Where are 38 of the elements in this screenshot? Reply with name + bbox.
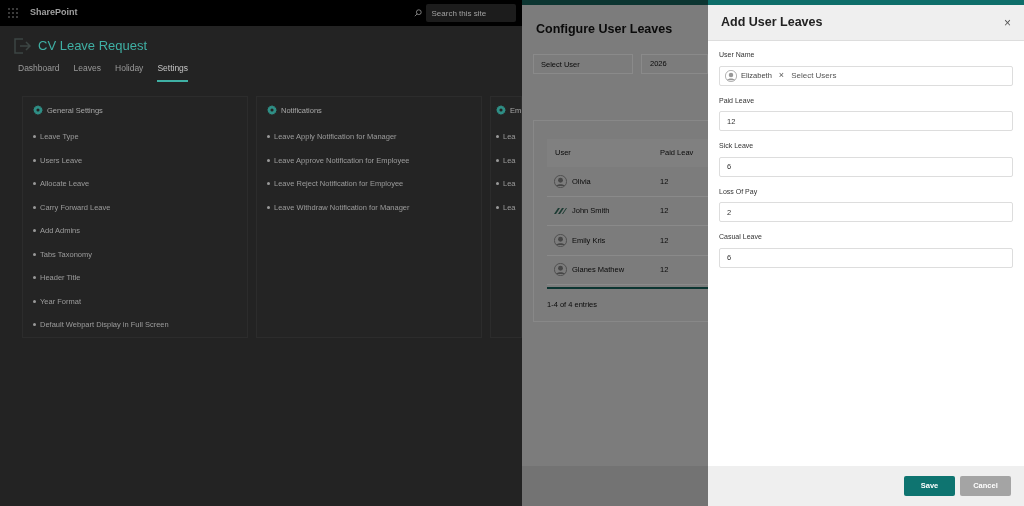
bullet-icon <box>33 205 36 209</box>
bullet-icon <box>496 182 499 186</box>
bullet-icon <box>33 276 36 280</box>
remove-button[interactable]: × <box>778 68 785 83</box>
bullet-icon <box>496 158 499 162</box>
bullet-icon <box>33 252 36 256</box>
search-icon <box>413 9 422 17</box>
bullet-icon <box>496 135 499 139</box>
bullet-icon <box>33 182 36 186</box>
nav-tab[interactable]: Holiday <box>115 62 144 82</box>
gear-icon <box>33 105 43 116</box>
app-name: SharePoint <box>30 6 78 20</box>
panel-title: Add User Leaves <box>721 14 823 32</box>
avatar-icon <box>725 69 737 82</box>
gear-icon <box>267 105 277 116</box>
exit-icon <box>12 36 32 56</box>
bullet-icon <box>496 205 499 209</box>
search-field[interactable]: Search this site <box>425 4 516 22</box>
avatar-icon <box>554 263 567 277</box>
avatar-icon <box>554 174 567 188</box>
nav-tab[interactable]: Dashboard <box>18 62 60 82</box>
panel-title: Configure User Leaves <box>535 21 674 38</box>
bullet-icon <box>33 323 36 327</box>
avatar-icon <box>554 233 567 247</box>
bullet-icon <box>33 158 36 162</box>
nav-tab[interactable]: Settings <box>157 62 189 82</box>
bullet-icon <box>33 229 36 233</box>
page-title: CV Leave Request <box>38 37 148 56</box>
bullet-icon <box>267 205 270 209</box>
nav-tab[interactable]: Leaves <box>73 62 101 82</box>
app-launcher-icon[interactable] <box>8 8 18 18</box>
gear-icon <box>496 105 506 116</box>
bullet-icon <box>33 135 36 139</box>
close-button[interactable]: × <box>1004 16 1011 29</box>
bullet-icon <box>33 299 36 303</box>
bullet-icon <box>267 182 270 186</box>
bullet-icon <box>267 135 270 139</box>
bullet-icon <box>267 158 270 162</box>
